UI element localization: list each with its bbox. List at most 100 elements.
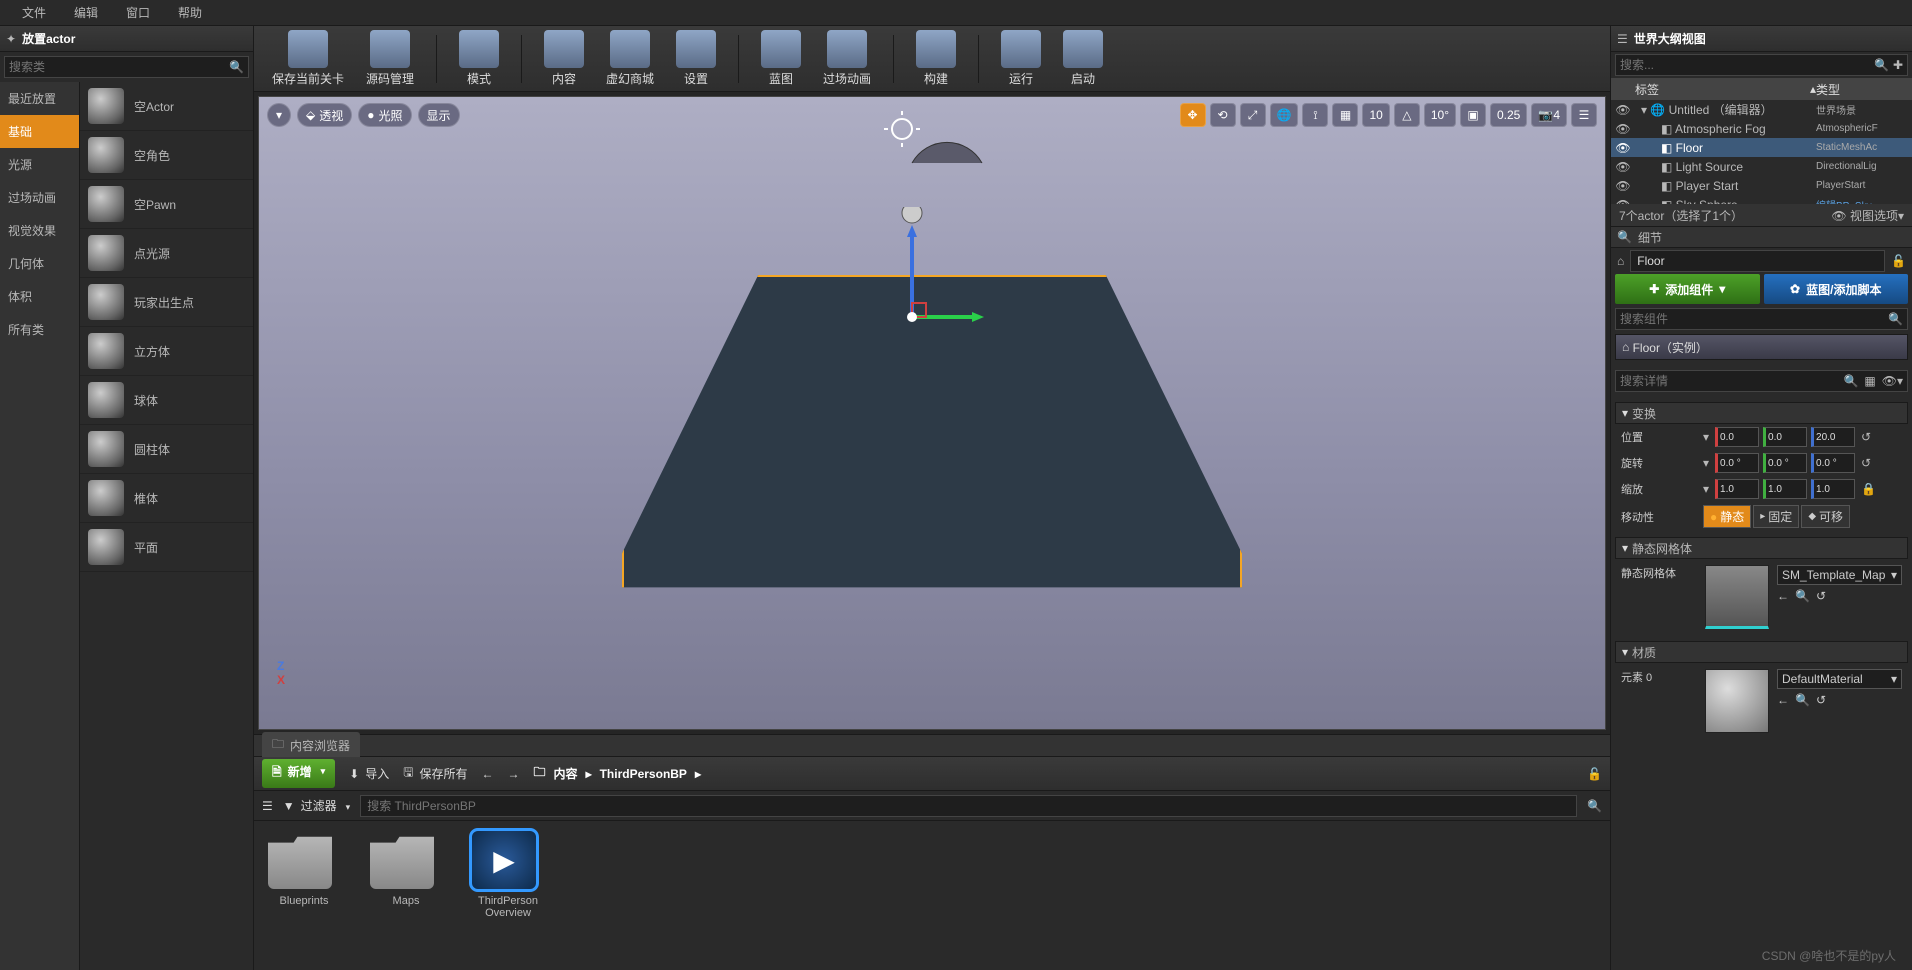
actor-item[interactable]: 立方体: [80, 327, 253, 376]
camera-speed-button[interactable]: 📷 4: [1531, 103, 1567, 127]
outliner-search-input[interactable]: [1620, 58, 1874, 72]
reset-button[interactable]: ↺: [1861, 430, 1871, 444]
reset-button[interactable]: ↺: [1816, 693, 1826, 707]
breadcrumb-content[interactable]: 内容: [554, 765, 578, 782]
viewport[interactable]: ▾ ⬙ 透视 ● 光照 显示 ✥ ⟲ ⤢ 🌐 ⟟ ▦ 10 △: [258, 96, 1606, 730]
use-selected-button[interactable]: ←: [1777, 589, 1789, 603]
grid-snap-value[interactable]: 10: [1362, 103, 1389, 127]
component-search-input[interactable]: [1620, 312, 1888, 326]
scale-z-input[interactable]: [1814, 484, 1854, 495]
angle-snap-button[interactable]: △: [1394, 103, 1420, 127]
import-button[interactable]: ⬇导入: [349, 765, 389, 782]
toolbar-button[interactable]: 启动: [1063, 30, 1103, 87]
lock-scale-button[interactable]: 🔒: [1861, 482, 1876, 496]
toolbar-button[interactable]: 保存当前关卡: [272, 30, 344, 87]
toolbar-button[interactable]: 内容: [544, 30, 584, 87]
view-options-button[interactable]: 👁 视图选项▾: [1831, 207, 1904, 224]
visibility-toggle[interactable]: 👁: [1615, 160, 1631, 174]
component-tree-root[interactable]: ⌂ Floor（实例）: [1615, 334, 1908, 360]
actor-item[interactable]: 空Pawn: [80, 180, 253, 229]
eye-icon[interactable]: 👁▾: [1882, 374, 1903, 388]
asset-item[interactable]: Maps: [370, 831, 442, 960]
outliner-row[interactable]: 👁▾ 🌐 Untitled （编辑器）世界场景: [1611, 100, 1912, 119]
outliner-row[interactable]: 👁◧ Player StartPlayerStart: [1611, 176, 1912, 195]
rotation-z-input[interactable]: [1814, 458, 1854, 469]
translate-tool-button[interactable]: ✥: [1180, 103, 1206, 127]
content-search-input[interactable]: [360, 795, 1577, 817]
actor-item[interactable]: 空角色: [80, 131, 253, 180]
viewport-maximize-button[interactable]: ☰: [1571, 103, 1597, 127]
surface-snap-button[interactable]: ⟟: [1302, 103, 1328, 127]
outliner-row[interactable]: 👁◧ Atmospheric FogAtmosphericF: [1611, 119, 1912, 138]
chevron-down-icon[interactable]: ▾: [1703, 482, 1709, 496]
reset-button[interactable]: ↺: [1816, 589, 1826, 603]
outliner-row[interactable]: 👁◧ Sky Sphere编辑BP_Sky: [1611, 195, 1912, 204]
rotate-tool-button[interactable]: ⟲: [1210, 103, 1236, 127]
asset-item[interactable]: ▶ThirdPerson Overview: [472, 831, 544, 960]
toolbar-button[interactable]: 过场动画: [823, 30, 871, 87]
static-mesh-section-header[interactable]: 静态网格体: [1615, 537, 1908, 559]
actor-item[interactable]: 点光源: [80, 229, 253, 278]
add-component-button[interactable]: ✚ 添加组件 ▾: [1615, 274, 1760, 304]
toolbar-button[interactable]: 设置: [676, 30, 716, 87]
angle-snap-value[interactable]: 10°: [1424, 103, 1456, 127]
reset-button[interactable]: ↺: [1861, 456, 1871, 470]
outliner-row[interactable]: 👁◧ FloorStaticMeshAc: [1611, 138, 1912, 157]
material-dropdown[interactable]: DefaultMaterial▾: [1777, 669, 1902, 689]
scale-y-input[interactable]: [1766, 484, 1806, 495]
scale-snap-button[interactable]: ▣: [1460, 103, 1486, 127]
chevron-down-icon[interactable]: ▾: [1703, 456, 1709, 470]
viewport-perspective-dropdown[interactable]: ⬙ 透视: [297, 103, 352, 127]
actor-category[interactable]: 几何体: [0, 247, 79, 280]
actor-category[interactable]: 体积: [0, 280, 79, 313]
viewport-show-dropdown[interactable]: 显示: [418, 103, 460, 127]
viewport-lit-dropdown[interactable]: ● 光照: [358, 103, 411, 127]
sun-widget[interactable]: [872, 111, 992, 171]
actor-category[interactable]: 光源: [0, 148, 79, 181]
menu-edit[interactable]: 编辑: [60, 0, 112, 25]
browse-button[interactable]: 🔍: [1795, 693, 1810, 707]
scale-x-input[interactable]: [1718, 484, 1758, 495]
actor-item[interactable]: 球体: [80, 376, 253, 425]
details-search-input[interactable]: [1620, 374, 1843, 388]
actor-category[interactable]: 视觉效果: [0, 214, 79, 247]
visibility-toggle[interactable]: 👁: [1615, 179, 1631, 193]
chevron-down-icon[interactable]: ▾: [1703, 430, 1709, 444]
blueprint-script-button[interactable]: ✿ 蓝图/添加脚本: [1764, 274, 1909, 304]
content-browser-tab[interactable]: 🗀 内容浏览器: [262, 732, 360, 759]
toolbar-button[interactable]: 构建: [916, 30, 956, 87]
breadcrumb-folder[interactable]: ThirdPersonBP: [600, 767, 687, 781]
scale-snap-value[interactable]: 0.25: [1490, 103, 1527, 127]
material-thumbnail[interactable]: [1705, 669, 1769, 733]
actor-item[interactable]: 玩家出生点: [80, 278, 253, 327]
location-y-input[interactable]: [1766, 432, 1806, 443]
actor-category[interactable]: 最近放置: [0, 82, 79, 115]
use-selected-button[interactable]: ←: [1777, 693, 1789, 707]
actor-category[interactable]: 所有类: [0, 313, 79, 346]
outliner-col-type[interactable]: 类型: [1816, 81, 1912, 98]
place-actors-search[interactable]: 🔍: [4, 56, 249, 78]
static-mesh-thumbnail[interactable]: [1705, 565, 1769, 629]
outliner-row[interactable]: 👁◧ Light SourceDirectionalLig: [1611, 157, 1912, 176]
filters-button[interactable]: ▼ 过滤器: [283, 797, 350, 814]
mobility-stationary-button[interactable]: ▸固定: [1753, 505, 1799, 528]
toolbar-button[interactable]: 虚幻商城: [606, 30, 654, 87]
actor-item[interactable]: 椎体: [80, 474, 253, 523]
rotation-y-input[interactable]: [1766, 458, 1806, 469]
outliner-col-label[interactable]: 标签: [1611, 81, 1810, 98]
menu-window[interactable]: 窗口: [112, 0, 164, 25]
floor-mesh[interactable]: [622, 275, 1242, 615]
grid-snap-button[interactable]: ▦: [1332, 103, 1358, 127]
visibility-toggle[interactable]: 👁: [1615, 141, 1631, 155]
toolbar-button[interactable]: 源码管理: [366, 30, 414, 87]
actor-item[interactable]: 空Actor: [80, 82, 253, 131]
menu-file[interactable]: 文件: [8, 0, 60, 25]
location-z-input[interactable]: [1814, 432, 1854, 443]
asset-item[interactable]: Blueprints: [268, 831, 340, 960]
visibility-toggle[interactable]: 👁: [1615, 103, 1631, 117]
location-x-input[interactable]: [1718, 432, 1758, 443]
sources-toggle-button[interactable]: ☰: [262, 799, 273, 813]
toolbar-button[interactable]: 蓝图: [761, 30, 801, 87]
lock-icon[interactable]: 🔓: [1587, 767, 1602, 781]
actor-category[interactable]: 基础: [0, 115, 79, 148]
